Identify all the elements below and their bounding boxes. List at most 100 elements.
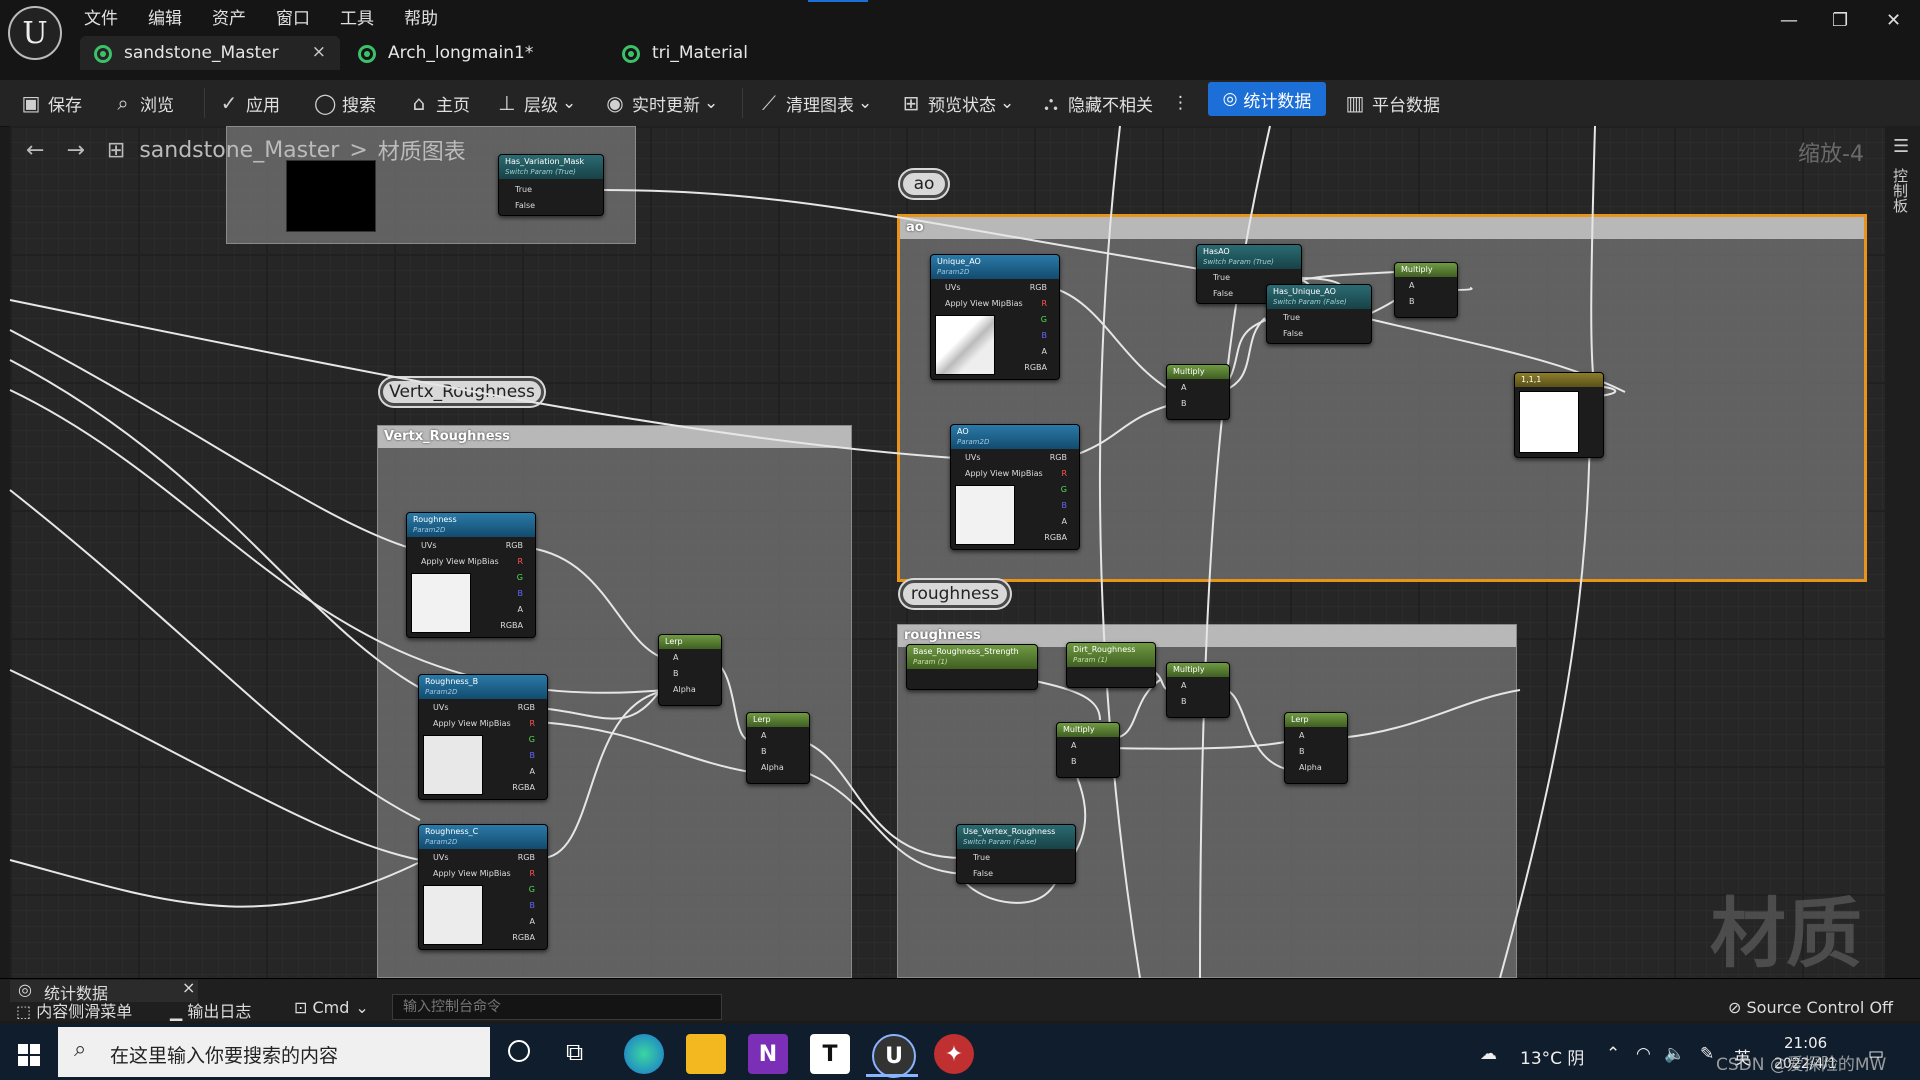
pin-alpha[interactable]: Alpha: [761, 763, 784, 772]
pin-r[interactable]: R: [1041, 299, 1047, 308]
pin-true[interactable]: True: [1283, 313, 1300, 322]
pin-a[interactable]: A: [530, 917, 535, 926]
pin-mipbias[interactable]: Apply View MipBias: [433, 719, 511, 728]
pin-r[interactable]: R: [529, 719, 535, 728]
pin-false[interactable]: False: [1283, 329, 1303, 338]
pin-b[interactable]: B: [530, 751, 536, 760]
node-multiply-ao1[interactable]: Multiply A B: [1394, 262, 1458, 318]
taskbar-search-box[interactable]: ⌕ 在这里输入你要搜索的内容: [58, 1027, 490, 1077]
weather-icon[interactable]: ☁: [1480, 1044, 1497, 1064]
node-constant-output[interactable]: 1,1,1: [1514, 372, 1604, 458]
pin-r[interactable]: R: [1061, 469, 1067, 478]
pin-rgb[interactable]: RGB: [518, 853, 535, 862]
explorer-icon[interactable]: [686, 1034, 726, 1074]
pin-b[interactable]: B: [761, 747, 767, 756]
pin-false[interactable]: False: [515, 201, 535, 210]
pen-icon[interactable]: ✎: [1700, 1044, 1714, 1064]
pin-rgb[interactable]: RGB: [1030, 283, 1047, 292]
pin-mipbias[interactable]: Apply View MipBias: [945, 299, 1023, 308]
node-lerp-3[interactable]: Lerp A B Alpha: [1284, 712, 1348, 784]
pin-r[interactable]: R: [529, 869, 535, 878]
network-icon[interactable]: ◠: [1636, 1044, 1651, 1064]
pin-uvs[interactable]: UVs: [421, 541, 437, 550]
task-view-icon[interactable]: ⧉: [566, 1038, 583, 1066]
forward-arrow-icon[interactable]: →: [66, 138, 84, 163]
pin-true[interactable]: True: [515, 185, 532, 194]
pin-mipbias[interactable]: Apply View MipBias: [421, 557, 499, 566]
pin-rgb[interactable]: RGB: [1050, 453, 1067, 462]
node-ao[interactable]: AO Param2D UVs Apply View MipBias RGB R G…: [950, 424, 1080, 550]
node-roughness-c[interactable]: Roughness_C Param2D UVs Apply View MipBia…: [418, 824, 548, 950]
pin-mipbias[interactable]: Apply View MipBias: [433, 869, 511, 878]
pin-g[interactable]: G: [529, 885, 535, 894]
node-has-unique-ao[interactable]: Has_Unique_AO Switch Param (False) True F…: [1266, 284, 1372, 344]
stats-tab-close-icon[interactable]: ×: [182, 978, 195, 997]
pin-g[interactable]: G: [1041, 315, 1047, 324]
pin-rgba[interactable]: RGBA: [512, 783, 535, 792]
output-log-button[interactable]: ▁ 输出日志: [170, 998, 251, 1022]
node-multiply-r2[interactable]: Multiply A B: [1056, 722, 1120, 778]
pin-g[interactable]: G: [1061, 485, 1067, 494]
pin-a[interactable]: A: [530, 767, 535, 776]
content-drawer-button[interactable]: ⬚ 内容侧滑菜单: [16, 998, 132, 1022]
pin-uvs[interactable]: UVs: [433, 853, 449, 862]
node-lerp-1[interactable]: Lerp A B Alpha: [658, 634, 722, 706]
pin-a[interactable]: A: [518, 605, 523, 614]
weather-text[interactable]: 13°C 阴: [1520, 1044, 1584, 1069]
pin-a[interactable]: A: [1181, 681, 1186, 690]
pin-b[interactable]: B: [1042, 331, 1048, 340]
pin-a[interactable]: A: [1042, 347, 1047, 356]
edge-icon[interactable]: [624, 1034, 664, 1074]
pin-a[interactable]: A: [1181, 383, 1186, 392]
pin-alpha[interactable]: Alpha: [1299, 763, 1322, 772]
source-control-status[interactable]: ⊘ Source Control Off: [1728, 998, 1893, 1017]
pin-rgb[interactable]: RGB: [518, 703, 535, 712]
pin-b[interactable]: B: [530, 901, 536, 910]
pin-b[interactable]: B: [1181, 399, 1187, 408]
pin-alpha[interactable]: Alpha: [673, 685, 696, 694]
pin-g[interactable]: G: [529, 735, 535, 744]
typora-icon[interactable]: T: [810, 1034, 850, 1074]
pin-b[interactable]: B: [1299, 747, 1305, 756]
pin-r[interactable]: R: [517, 557, 523, 566]
tool-icon[interactable]: ✦: [934, 1034, 974, 1074]
pin-rgba[interactable]: RGBA: [1024, 363, 1047, 372]
pin-a[interactable]: A: [1409, 281, 1414, 290]
pin-b[interactable]: B: [1071, 757, 1077, 766]
graph-hierarchy-icon[interactable]: ⊞: [107, 138, 125, 163]
pin-b[interactable]: B: [1409, 297, 1415, 306]
pin-b[interactable]: B: [1062, 501, 1068, 510]
node-lerp-2[interactable]: Lerp A B Alpha: [746, 712, 810, 784]
pin-rgba[interactable]: RGBA: [512, 933, 535, 942]
onenote-icon[interactable]: N: [748, 1034, 788, 1074]
windows-start-icon[interactable]: [18, 1044, 40, 1066]
node-multiply-ao2[interactable]: Multiply A B: [1166, 364, 1230, 420]
back-arrow-icon[interactable]: ←: [26, 138, 44, 163]
pin-a[interactable]: A: [1071, 741, 1076, 750]
console-input[interactable]: 输入控制台命令: [392, 994, 722, 1020]
pin-true[interactable]: True: [973, 853, 990, 862]
pin-b[interactable]: B: [673, 669, 679, 678]
node-has-variation-mask[interactable]: Has_Variation_Mask Switch Param (True) Tr…: [498, 154, 604, 216]
pin-a[interactable]: A: [673, 653, 678, 662]
pin-mipbias[interactable]: Apply View MipBias: [965, 469, 1043, 478]
node-unique-ao[interactable]: Unique_AO Param2D UVs Apply View MipBias …: [930, 254, 1060, 380]
cortana-icon[interactable]: [508, 1040, 530, 1062]
pin-rgba[interactable]: RGBA: [1044, 533, 1067, 542]
node-multiply-r1[interactable]: Multiply A B: [1166, 662, 1230, 718]
pin-true[interactable]: True: [1213, 273, 1230, 282]
pin-rgb[interactable]: RGB: [506, 541, 523, 550]
breadcrumb-asset[interactable]: sandstone_Master: [139, 138, 339, 163]
breadcrumb-graph[interactable]: 材质图表: [378, 134, 466, 166]
pin-a[interactable]: A: [1299, 731, 1304, 740]
tray-chevron-icon[interactable]: ⌃: [1606, 1044, 1620, 1064]
pin-uvs[interactable]: UVs: [965, 453, 981, 462]
volume-icon[interactable]: 🔈: [1664, 1044, 1685, 1064]
unreal-icon[interactable]: U: [872, 1034, 916, 1078]
node-base-roughness-strength[interactable]: Base_Roughness_Strength Param (1): [906, 644, 1038, 690]
node-roughness-b[interactable]: Roughness_B Param2D UVs Apply View MipBia…: [418, 674, 548, 800]
pin-false[interactable]: False: [1213, 289, 1233, 298]
pin-a[interactable]: A: [1062, 517, 1067, 526]
node-use-vertex-roughness[interactable]: Use_Vertex_Roughness Switch Param (False)…: [956, 824, 1076, 884]
pin-uvs[interactable]: UVs: [945, 283, 961, 292]
